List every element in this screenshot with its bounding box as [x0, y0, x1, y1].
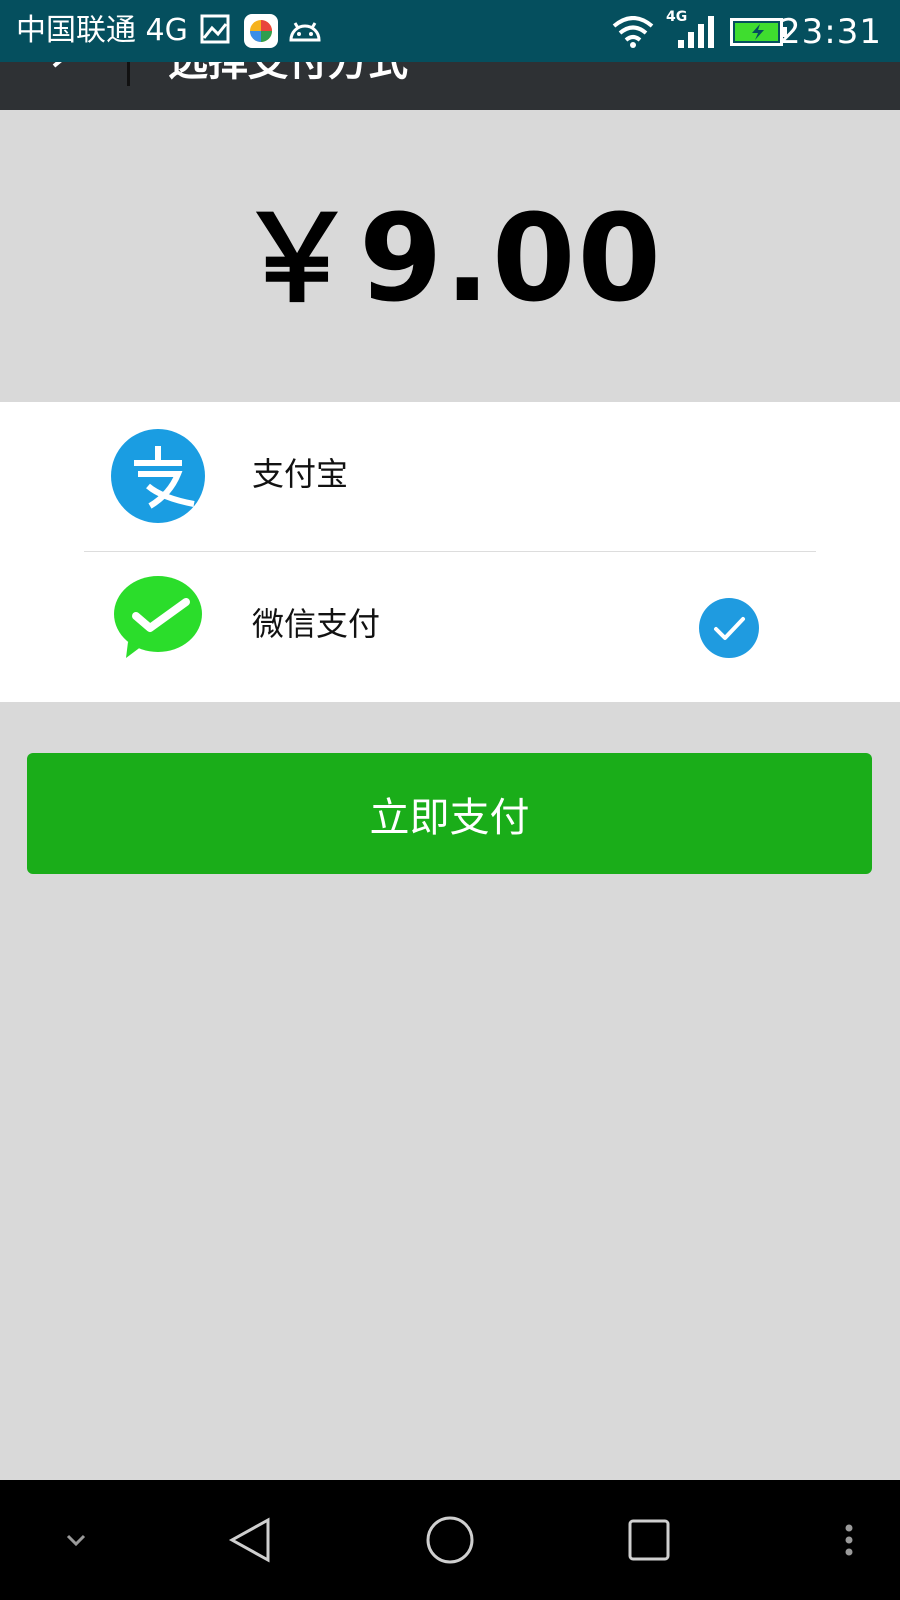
gallery-icon — [200, 14, 230, 48]
app-store-icon — [244, 14, 278, 52]
signal-icon — [676, 16, 716, 52]
wechat-pay-icon — [112, 574, 204, 664]
payment-amount: ￥9.00 — [236, 190, 664, 329]
more-dots-icon[interactable] — [834, 1480, 864, 1600]
method-label: 支付宝 — [252, 455, 349, 493]
payment-method-alipay[interactable]: 支付宝 — [0, 402, 900, 552]
selected-check-icon — [698, 597, 760, 663]
home-circle-icon[interactable] — [420, 1480, 480, 1600]
pay-now-button[interactable]: 立即支付 — [27, 753, 872, 874]
android-icon — [288, 14, 322, 48]
payment-method-list: 支付宝 微信支付 — [0, 402, 900, 702]
back-arrow-icon[interactable] — [44, 62, 74, 88]
navigation-bar — [0, 1480, 900, 1600]
wifi-icon — [612, 16, 654, 52]
toolbar: 选择支付方式 — [0, 62, 900, 110]
toolbar-divider — [127, 62, 130, 86]
page-title: 选择支付方式 — [168, 62, 408, 85]
recents-square-icon[interactable] — [624, 1480, 674, 1600]
back-triangle-icon[interactable] — [225, 1480, 275, 1600]
clock: 23:31 — [779, 12, 882, 52]
status-bar: 中国联通 4G 4G 23:31 — [0, 0, 900, 62]
alipay-icon — [110, 428, 206, 528]
method-label: 微信支付 — [252, 605, 381, 643]
chevron-down-icon[interactable] — [56, 1480, 96, 1600]
carrier-label: 中国联通 4G — [16, 13, 188, 48]
payment-method-wechat[interactable]: 微信支付 — [0, 552, 900, 702]
